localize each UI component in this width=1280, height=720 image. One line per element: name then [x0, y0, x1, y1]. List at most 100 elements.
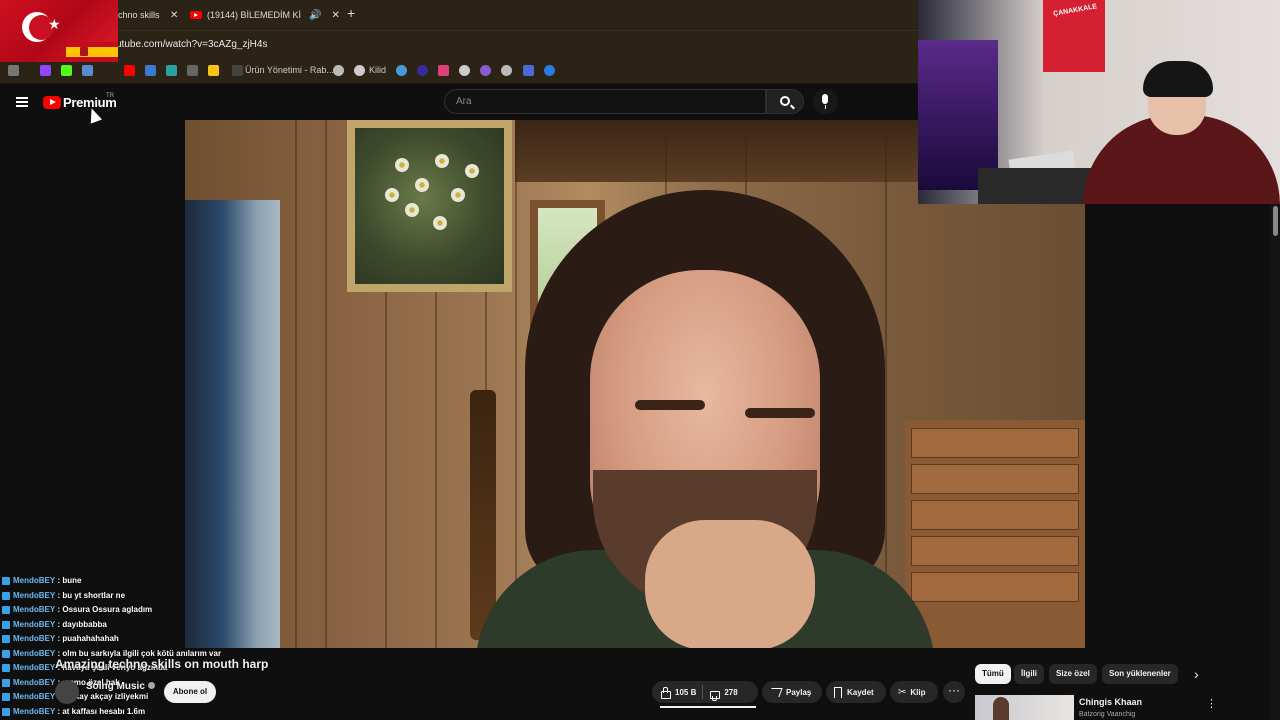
- platform-icon: [2, 620, 10, 629]
- chat-text: puahahahahah: [62, 634, 119, 643]
- like-count[interactable]: 105 B: [675, 688, 696, 697]
- chat-message: MendoBEY : bu yt shortlar ne: [0, 589, 260, 604]
- subscribe-button[interactable]: Abone ol: [164, 681, 216, 703]
- verified-icon: [147, 682, 155, 689]
- kick-bookmark-icon[interactable]: [61, 65, 72, 76]
- address-bar: utube.com/watch?v=3cAZg_zjH4s: [0, 30, 918, 58]
- search-button[interactable]: [766, 89, 804, 114]
- youtube-bookmark-icon[interactable]: [124, 65, 135, 76]
- webcam-overlay: ÇANAKKALE: [918, 0, 1280, 204]
- clip-button[interactable]: ✂ Klip: [890, 681, 938, 703]
- more-vertical-icon[interactable]: ⋮: [1206, 697, 1217, 710]
- browser-tab-bar: chno skills o ✕ (19144) BİLEMEDİM Kİ - Y…: [0, 0, 918, 30]
- chevron-right-icon[interactable]: ›: [1194, 666, 1199, 682]
- platform-icon: [2, 606, 10, 615]
- bookmarks-bar: Ürün Yönetimi - Rab... Kilid: [0, 58, 918, 84]
- dislike-count[interactable]: 278: [724, 688, 737, 697]
- bookmark-icon[interactable]: [480, 65, 491, 76]
- bookmark-icon[interactable]: [417, 65, 428, 76]
- close-tab-icon[interactable]: ✕: [170, 10, 178, 21]
- chip-for-you[interactable]: Size özel: [1049, 664, 1097, 684]
- chip-all[interactable]: Tümü: [975, 664, 1011, 684]
- chat-text: dayıbbabba: [62, 619, 107, 629]
- bookmark-icon[interactable]: [208, 65, 219, 76]
- bookmark-icon[interactable]: [145, 65, 156, 76]
- save-label: Kaydet: [847, 687, 874, 697]
- clip-label: Klip: [910, 687, 926, 697]
- platform-icon: [2, 591, 10, 600]
- region-code: TR: [106, 93, 114, 99]
- save-button[interactable]: Kaydet: [826, 681, 886, 703]
- chat-username: MendoBEY: [13, 576, 56, 585]
- search-input[interactable]: [445, 90, 765, 113]
- bookmark-icon[interactable]: [501, 65, 512, 76]
- chat-message: MendoBEY : at kaffası hesabı 1.6m: [0, 705, 260, 720]
- chat-username: MendoBEY: [13, 692, 56, 701]
- dislike-icon[interactable]: [709, 687, 721, 701]
- menu-icon[interactable]: [16, 97, 28, 107]
- recommendation-title[interactable]: Chingis Khaan: [1079, 697, 1142, 707]
- scrollbar[interactable]: [1270, 204, 1280, 720]
- apps-grid-icon[interactable]: [8, 65, 19, 76]
- chat-username: MendoBEY: [13, 648, 56, 658]
- share-label: Paylaş: [786, 687, 812, 697]
- recommendation-channel[interactable]: Batzorig Vaanchig: [1079, 711, 1135, 718]
- screen: chno skills o ✕ (19144) BİLEMEDİM Kİ - Y…: [0, 0, 1280, 720]
- bookmark-icon[interactable]: [523, 65, 534, 76]
- bookmark-icon: [232, 65, 243, 76]
- bookmark-icon[interactable]: [396, 65, 407, 76]
- chip-related[interactable]: İlgili: [1014, 664, 1044, 684]
- channel-name[interactable]: Soing Music: [86, 681, 155, 692]
- more-actions-button[interactable]: ···: [943, 681, 965, 703]
- youtube-logo-icon: [43, 96, 61, 109]
- tab-current[interactable]: chno skills o ✕: [118, 4, 178, 26]
- platform-icon: [2, 664, 10, 673]
- chat-message: MendoBEY : berkay akçay izliyekmi: [0, 690, 260, 705]
- chat-text: bu yt shortlar ne: [62, 590, 126, 600]
- channel-avatar[interactable]: [55, 680, 79, 704]
- voice-search-icon[interactable]: [813, 89, 838, 114]
- chat-text: at kaffası hesabı 1.6m: [62, 706, 146, 716]
- platform-icon: [2, 577, 10, 586]
- twitch-bookmark-icon[interactable]: [40, 65, 51, 76]
- url-field[interactable]: utube.com/watch?v=3cAZg_zjH4s: [116, 39, 267, 50]
- instagram-bookmark-icon[interactable]: [438, 65, 449, 76]
- bookmark-icon[interactable]: [544, 65, 555, 76]
- platform-icon: [2, 649, 10, 658]
- recommendation-thumbnail[interactable]: [975, 695, 1074, 720]
- search-box: [444, 89, 766, 114]
- bookmark-icon[interactable]: [459, 65, 470, 76]
- platform-icon: [2, 678, 10, 687]
- bookmark-label[interactable]: Kilid: [369, 65, 386, 75]
- spain-flag-icon: [66, 42, 118, 62]
- chat-message: MendoBEY : dayıbbabba: [0, 618, 260, 633]
- lock-icon: [354, 65, 365, 76]
- speaker-icon[interactable]: 🔊: [309, 10, 321, 21]
- bookmark-icon[interactable]: [166, 65, 177, 76]
- chat-message: MendoBEY : bune: [0, 574, 260, 589]
- like-dislike-group: 105 B 278: [652, 681, 758, 703]
- bookmark-icon[interactable]: [333, 65, 344, 76]
- chat-username: MendoBEY: [13, 619, 56, 629]
- chat-message: MendoBEY : Ossura Ossura agladım: [0, 603, 260, 618]
- chip-recently-uploaded[interactable]: Son yüklenenler: [1102, 664, 1178, 684]
- platform-icon: [2, 693, 10, 702]
- painting-image: [347, 120, 512, 292]
- like-icon[interactable]: [660, 686, 671, 699]
- new-tab-button[interactable]: +: [347, 5, 355, 21]
- tab-label: chno skills o: [118, 10, 162, 20]
- side-panel: [1085, 204, 1270, 660]
- youtube-header: Premium TR: [0, 84, 918, 120]
- chat-username: MendoBEY: [13, 663, 56, 672]
- search-icon: [780, 96, 790, 106]
- bookmark-icon[interactable]: [187, 65, 198, 76]
- bookmark-icon[interactable]: [82, 65, 93, 76]
- like-underline: [660, 706, 756, 708]
- share-button[interactable]: Paylaş: [762, 681, 822, 703]
- bookmark-icon: [834, 686, 842, 698]
- chat-text: Ossura Ossura agladım: [62, 605, 153, 614]
- tab-second[interactable]: (19144) BİLEMEDİM Kİ - Yo 🔊 ✕: [190, 4, 340, 26]
- performer-image: [475, 190, 935, 648]
- close-tab-icon[interactable]: ✕: [331, 10, 339, 21]
- bookmark-label[interactable]: Ürün Yönetimi - Rab...: [245, 65, 334, 75]
